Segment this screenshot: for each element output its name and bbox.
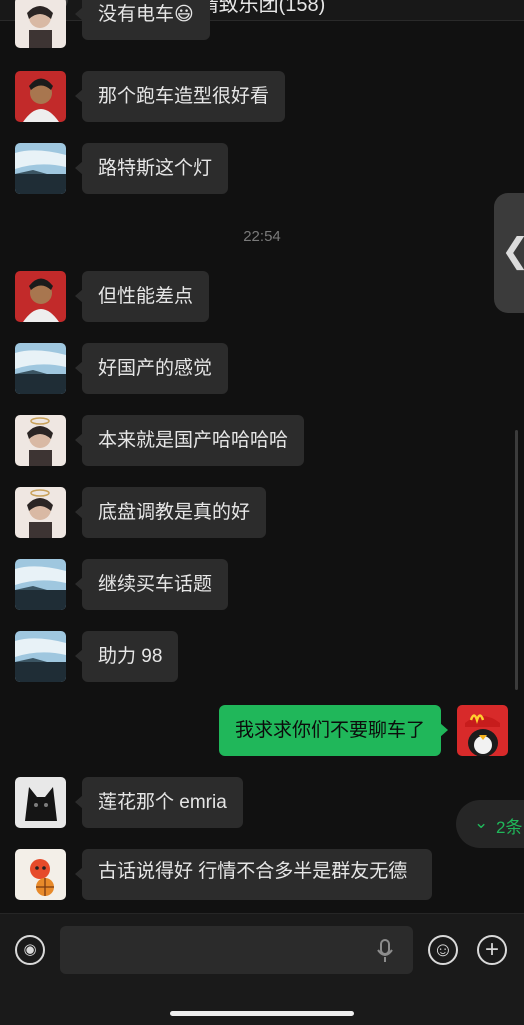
avatar-ninja-girl[interactable]: [15, 0, 66, 48]
avatar-black-cat[interactable]: [15, 777, 66, 828]
avatar-samurai[interactable]: [15, 271, 66, 322]
avatar-landscape[interactable]: [15, 631, 66, 682]
emoji-icon: ☺: [432, 939, 454, 961]
my-message-row: 我求求你们不要聊车了: [58, 705, 508, 759]
input-bar: ◉ ☺ +: [0, 913, 524, 1025]
side-panel-tab[interactable]: ❮: [494, 193, 524, 313]
microphone-icon[interactable]: [376, 938, 394, 964]
avatar-landscape[interactable]: [15, 559, 66, 610]
message-bubble: 底盘调教是真的好: [74, 487, 267, 538]
avatar-cartoon-basketball[interactable]: [15, 849, 66, 900]
message-bubble: 没有电车😃: [75, 0, 210, 40]
message-bubble: 但性能差点: [74, 271, 210, 322]
double-chevron-down-icon: ⌄: [474, 813, 489, 832]
avatar-penguin-mcdonalds[interactable]: [457, 705, 508, 756]
message-bubble: 继续买车话题: [74, 559, 229, 610]
new-messages-count: 2条: [496, 818, 523, 837]
avatar-landscape[interactable]: [15, 343, 66, 394]
avatar-ninja-girl[interactable]: [15, 487, 66, 538]
plus-button[interactable]: +: [477, 935, 507, 965]
home-indicator: [170, 1011, 354, 1016]
message-bubble: 莲花那个 emria: [75, 777, 243, 828]
plus-icon: +: [484, 936, 499, 963]
timestamp: 22:54: [243, 228, 281, 245]
new-messages-button[interactable]: ⌄ 2条: [456, 800, 524, 848]
chevron-left-icon: ❮: [501, 231, 524, 271]
voice-button[interactable]: ◉: [15, 935, 45, 965]
avatar-landscape[interactable]: [15, 143, 66, 194]
voice-icon: ◉: [23, 941, 37, 958]
message-bubble: 古话说得好 行情不合多半是群友无德: [75, 849, 432, 900]
emoji-button[interactable]: ☺: [428, 935, 458, 965]
message-bubble: 那个跑车造型很好看: [74, 71, 286, 122]
scrollbar[interactable]: [515, 430, 518, 690]
avatar-ninja-girl[interactable]: [15, 415, 66, 466]
message-bubble: 助力 98: [74, 631, 179, 682]
my-message-bubble: 我求求你们不要聊车了: [218, 705, 449, 756]
message-input[interactable]: [60, 926, 413, 974]
message-bubble: 好国产的感觉: [74, 343, 229, 394]
message-bubble: 路特斯这个灯: [74, 143, 229, 194]
message-bubble: 本来就是国产哈哈哈哈: [74, 415, 305, 466]
avatar-samurai[interactable]: [15, 71, 66, 122]
